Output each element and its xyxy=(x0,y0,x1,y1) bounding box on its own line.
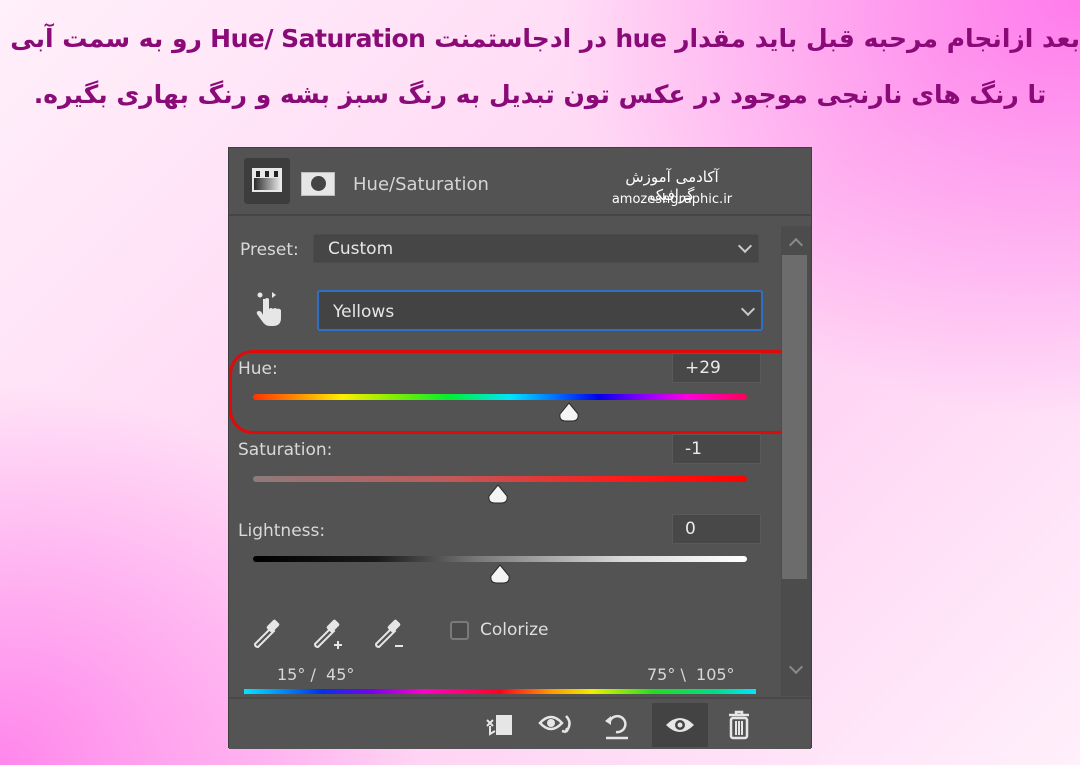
lightness-label: Lightness: xyxy=(238,521,326,541)
saturation-slider-thumb[interactable] xyxy=(487,484,509,504)
range-right-label: 75° \ 105° xyxy=(647,665,735,684)
properties-panel: Hue/Saturation آکادمی آموزش گرافیک amoze… xyxy=(228,147,812,749)
colorize-checkbox[interactable] xyxy=(450,621,469,640)
highlight-annotation xyxy=(229,350,801,434)
saturation-value-input[interactable]: -1 xyxy=(672,434,761,464)
lightness-slider-thumb[interactable] xyxy=(489,564,511,584)
scroll-down-arrow-icon[interactable] xyxy=(788,659,804,678)
eyedropper-icon[interactable] xyxy=(249,614,285,650)
panel-footer xyxy=(229,697,811,749)
hue-range-spectrum[interactable] xyxy=(244,689,756,694)
scrollbar-thumb[interactable] xyxy=(782,255,807,579)
clip-to-layer-button[interactable] xyxy=(476,703,524,747)
adjustment-layer-icon[interactable] xyxy=(244,158,290,204)
chevron-down-icon xyxy=(740,301,756,317)
toggle-visibility-button[interactable] xyxy=(652,703,708,747)
lightness-slider-track[interactable] xyxy=(253,556,747,562)
reset-button[interactable] xyxy=(593,703,641,747)
panel-header: Hue/Saturation آکادمی آموزش گرافیک amoze… xyxy=(229,148,811,216)
view-previous-state-icon xyxy=(538,710,578,740)
preset-value: Custom xyxy=(328,239,394,259)
scroll-up-arrow-icon[interactable] xyxy=(788,236,804,253)
eyedropper-add-icon[interactable] xyxy=(311,614,347,650)
saturation-label: Saturation: xyxy=(238,440,333,460)
layer-mask-icon[interactable] xyxy=(301,172,335,196)
lightness-value-input[interactable]: 0 xyxy=(672,514,761,544)
eyedropper-subtract-icon[interactable] xyxy=(372,614,408,650)
visibility-eye-icon xyxy=(664,714,696,736)
caption-line-1: بعد ازانجام مرحبه قبل باید مقدار hue در … xyxy=(0,24,1080,53)
channel-dropdown[interactable]: Yellows xyxy=(317,290,763,331)
delete-button[interactable] xyxy=(715,703,763,747)
panel-title: Hue/Saturation xyxy=(353,174,489,195)
channel-value: Yellows xyxy=(333,302,395,322)
view-previous-state-button[interactable] xyxy=(534,703,582,747)
preset-label: Preset: xyxy=(240,240,299,260)
targeted-adjustment-hand-icon[interactable] xyxy=(251,289,291,329)
caption-line-2: تا رنگ های نارنجی موجود در عکس تون تبدیل… xyxy=(33,80,1047,109)
colorize-label: Colorize xyxy=(480,620,549,640)
trash-icon xyxy=(727,710,751,740)
saturation-slider-track[interactable] xyxy=(253,476,747,482)
reset-icon xyxy=(602,709,632,741)
clip-to-layer-icon xyxy=(485,712,515,738)
preset-dropdown[interactable]: Custom xyxy=(313,234,759,263)
watermark-url: amozeshgraphic.ir xyxy=(611,192,733,207)
chevron-down-icon xyxy=(737,238,753,254)
range-left-label: 15° / 45° xyxy=(277,665,355,684)
